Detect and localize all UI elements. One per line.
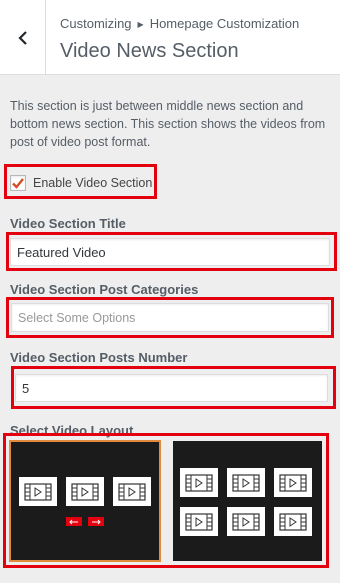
chevron-left-icon [17, 30, 27, 45]
film-strip-icon [71, 482, 99, 501]
checkmark-icon [12, 178, 24, 189]
video-thumbnail-icon [66, 477, 104, 506]
video-thumbnail-icon [274, 468, 312, 497]
arrow-right-icon [88, 517, 104, 526]
page-title: Video News Section [60, 40, 239, 62]
posts-number-input[interactable]: 5 [15, 374, 328, 402]
video-thumbnail-icon [19, 477, 57, 506]
film-strip-icon [24, 482, 52, 501]
enable-video-checkbox[interactable] [10, 175, 26, 191]
layout-option-1[interactable] [9, 440, 161, 562]
film-strip-icon [232, 512, 260, 531]
breadcrumb-separator-icon: ▶ [137, 20, 144, 29]
film-strip-icon [185, 473, 213, 492]
film-strip-icon [232, 473, 260, 492]
film-strip-icon [279, 473, 307, 492]
video-title-label: Video Section Title [10, 216, 126, 231]
enable-video-label: Enable Video Section [33, 176, 153, 190]
video-thumbnail-icon [274, 507, 312, 536]
section-description: This section is just between middle news… [10, 99, 326, 149]
breadcrumb-parent: Homepage Customization [149, 16, 300, 31]
film-strip-icon [279, 512, 307, 531]
video-thumbnail-icon [180, 507, 218, 536]
video-thumbnail-icon [227, 507, 265, 536]
video-thumbnail-icon [180, 468, 218, 497]
customizer-header: Customizing ▶ Homepage Customization Video… [0, 0, 340, 75]
layout-option-2[interactable] [173, 441, 322, 561]
film-strip-icon [185, 512, 213, 531]
breadcrumb: Customizing ▶ Homepage Customization [60, 16, 299, 31]
video-title-input[interactable]: Featured Video [10, 238, 330, 266]
enable-video-section-control[interactable]: Enable Video Section [10, 175, 152, 191]
video-thumbnail-icon [227, 468, 265, 497]
film-strip-icon [118, 482, 146, 501]
categories-select[interactable]: Select Some Options [11, 303, 329, 332]
back-button[interactable] [0, 0, 46, 75]
arrow-left-icon [66, 517, 82, 526]
video-thumbnail-icon [113, 477, 151, 506]
posts-number-label: Video Section Posts Number [10, 350, 188, 365]
categories-label: Video Section Post Categories [10, 282, 199, 297]
breadcrumb-root: Customizing [60, 16, 132, 31]
